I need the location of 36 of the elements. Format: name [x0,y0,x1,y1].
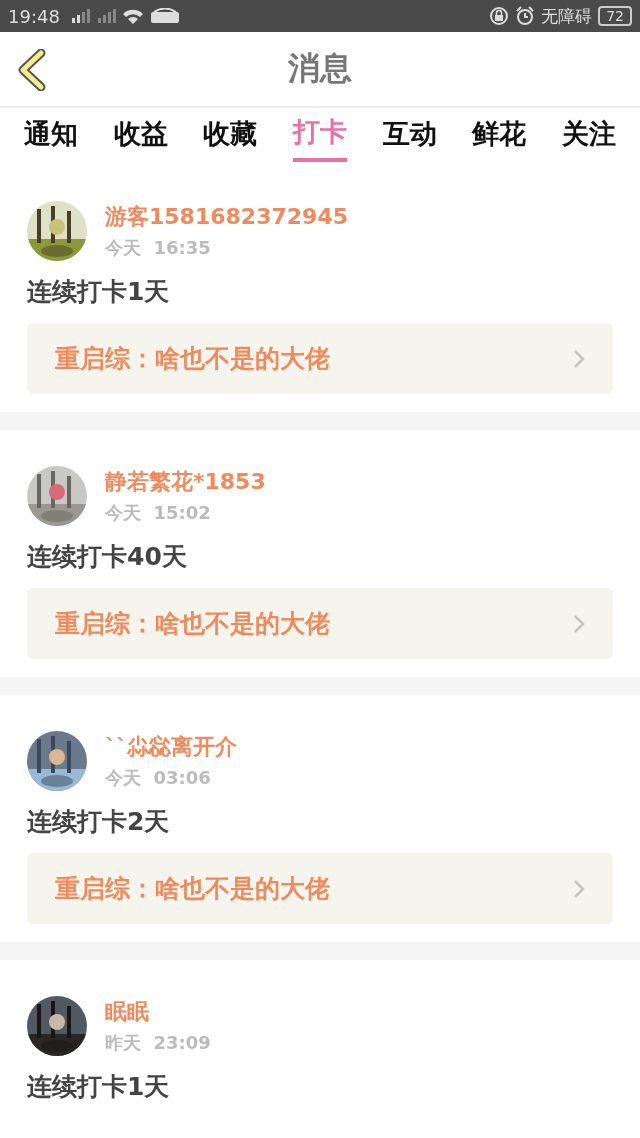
page-title: 消息 [288,48,352,89]
checkin-text: 连续打卡2天 [27,806,171,838]
user-name[interactable]: 静若繁花*1853 [105,467,266,497]
chevron-right-icon [573,878,585,899]
signal-icon [69,8,90,24]
tab[interactable]: 打卡 [292,108,347,162]
user-name[interactable]: 眠眠 [105,997,211,1027]
tab[interactable]: 收藏 [203,108,258,165]
chevron-right-icon [573,613,585,634]
post-time: 今天 16:35 [105,236,212,260]
signal-icon [95,8,116,24]
tab[interactable]: 互动 [382,108,437,165]
post-time: 昨天 23:09 [105,1031,211,1055]
rotation-lock-icon [489,6,510,26]
tab[interactable]: 关注 [561,108,616,165]
alarm-icon [515,6,536,26]
group-link[interactable]: 重启综：啥也不是的大佬 [27,853,613,924]
call-icon [149,8,180,24]
tab[interactable]: 收益 [113,108,168,165]
accessibility-label: 无障碍 [541,4,593,28]
tab[interactable]: 通知 [24,108,78,165]
post-time: 今天 15:02 [105,501,212,525]
status-time: 19:48 [8,5,60,27]
tab[interactable]: 鲜花 [472,108,527,165]
chevron-right-icon [573,348,585,369]
user-name[interactable]: 游客1581682372945 [105,202,348,232]
battery-indicator: 72 [598,6,632,26]
wifi-icon [121,8,144,24]
checkin-text: 连续打卡1天 [27,276,171,308]
group-link[interactable]: 重启综：啥也不是的大佬 [27,323,613,394]
group-link[interactable]: 重启综：啥也不是的大佬 [27,588,613,659]
checkin-text: 连续打卡40天 [27,541,188,573]
post-time: 今天 03:06 [105,766,212,790]
back-icon[interactable] [17,49,47,91]
user-name[interactable]: ``尛惢离开介 [105,732,237,762]
checkin-text: 连续打卡1天 [27,1071,171,1103]
